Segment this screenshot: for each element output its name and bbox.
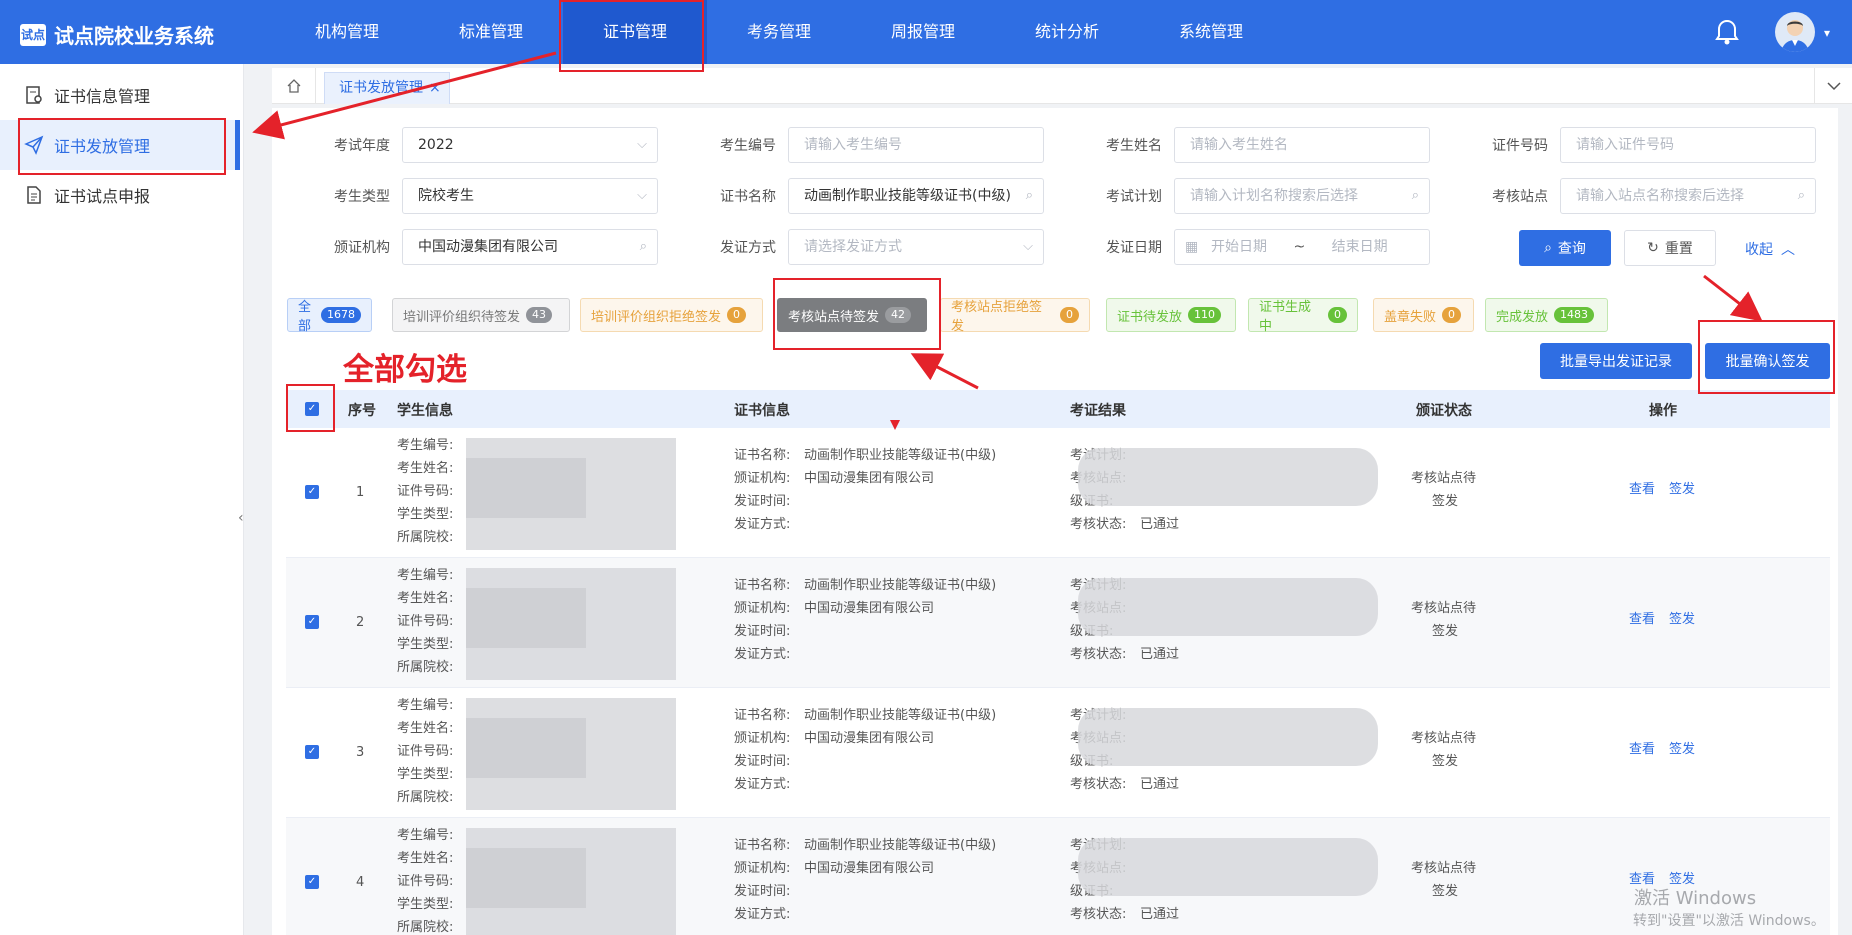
windows-watermark-sub: 转到"设置"以激活 Windows。 — [1633, 913, 1825, 929]
windows-watermark: 激活 Windows — [1634, 888, 1757, 909]
annotation-arrows — [252, 51, 1763, 430]
